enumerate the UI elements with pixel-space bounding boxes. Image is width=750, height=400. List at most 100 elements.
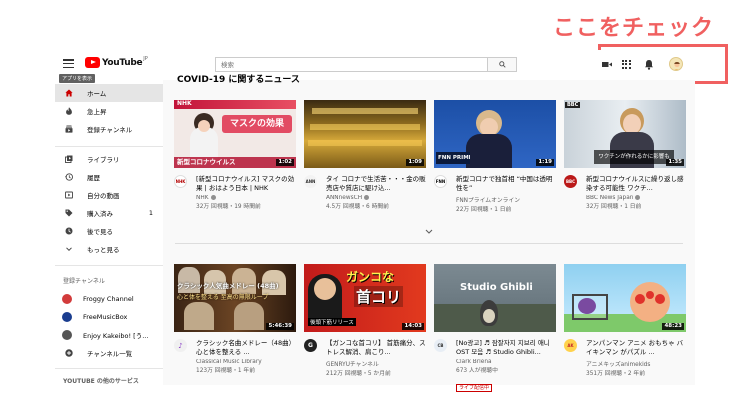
channel-avatar[interactable]: ANN <box>304 175 317 188</box>
sidebar-item-all-channels[interactable]: チャンネル一覧 <box>55 344 163 362</box>
video-duration: 1:09 <box>406 159 424 166</box>
sidebar-item-purchases[interactable]: 購入済み 1 <box>55 204 163 222</box>
sidebar-item-library[interactable]: ライブラリ <box>55 150 163 168</box>
channel-avatar[interactable]: FNN <box>434 175 447 188</box>
sidebar-item-label: 急上昇 <box>87 108 107 116</box>
video-thumbnail[interactable]: BBC ワクチンが作れるかに影響も 1:35 <box>564 100 686 168</box>
video-card[interactable]: Studio Ghibli CB [No광고] ♬ 잠잘자지 지브리 애니 OS… <box>434 264 556 393</box>
sidebar-item-show-more[interactable]: もっと見る <box>55 240 163 258</box>
history-icon <box>65 173 73 181</box>
channel-avatar[interactable]: ♪ <box>174 339 187 352</box>
sidebar-item-label: 履歴 <box>87 174 100 182</box>
chevron-down-icon <box>65 245 73 253</box>
live-badge: ライブ配信中 <box>456 384 493 392</box>
youtube-logo[interactable]: YouTube JP <box>85 55 148 68</box>
search-icon <box>498 61 506 68</box>
video-duration: 48:23 <box>662 323 684 330</box>
video-meta: 32万 回視聴・19 時間前 <box>196 204 261 210</box>
channel-avatar[interactable]: AK <box>564 339 577 352</box>
sidebar-item-label: 購入済み <box>87 210 113 218</box>
video-card[interactable]: クラシック人気曲メドレー (48曲) 心と体を整える 至高の無限ループ 5:46… <box>174 264 296 374</box>
channel-avatar[interactable]: NHK <box>174 175 187 188</box>
video-duration: 5:46:39 <box>266 323 294 330</box>
video-thumbnail[interactable]: 48:23 <box>564 264 686 332</box>
video-meta: 4.5万 回視聴・6 時間前 <box>326 204 389 210</box>
sidebar-item-home[interactable]: ホーム <box>55 84 163 102</box>
search-input[interactable]: 検索 <box>215 57 487 72</box>
video-thumbnail[interactable]: クラシック人気曲メドレー (48曲) 心と体を整える 至高の無限ループ 5:46… <box>174 264 296 332</box>
create-video-icon[interactable] <box>602 60 612 69</box>
video-duration: 1:19 <box>536 159 554 166</box>
apps-tooltip: アプリを表示 <box>59 74 96 83</box>
thumbnail-subcaption: 後頭下筋リリース <box>308 318 356 326</box>
hamburger-menu-icon[interactable] <box>63 59 74 68</box>
video-title[interactable]: 新型コロナウイルスに繰り返し感染する可能性 ワクチ... <box>586 175 686 193</box>
section-title: COVID-19 に関するニュース <box>177 75 300 84</box>
purchases-tag-icon <box>65 209 73 217</box>
video-title[interactable]: 【ガンコな首コリ】 首筋痛分、ストレス解消、肩こり... <box>326 339 426 357</box>
sidebar-item-history[interactable]: 履歴 <box>55 168 163 186</box>
section-divider <box>175 243 683 244</box>
sidebar-divider <box>55 146 163 147</box>
browse-content: COVID-19 に関するニュース NHK マスクの効果 新型コロナウイルス 1… <box>163 75 695 392</box>
sidebar-item-label: ライブラリ <box>87 156 120 164</box>
video-title[interactable]: タイ コロナで生活苦・・・金の販売店や質店に駆け込... <box>326 175 426 193</box>
logo-text: YouTube <box>102 57 143 68</box>
video-thumbnail[interactable]: ガンコな 首コリ 後頭下筋リリース 14:03 <box>304 264 426 332</box>
video-thumbnail[interactable]: FNN PRIME 1:19 <box>434 100 556 168</box>
video-card[interactable]: 1:09 ANN タイ コロナで生活苦・・・金の販売店や質店に駆け込... AN… <box>304 100 426 210</box>
video-thumbnail[interactable]: Studio Ghibli <box>434 264 556 332</box>
channel-avatar[interactable]: CB <box>434 339 447 352</box>
sidebar-sub-froggy-channel[interactable]: Froggy Channel <box>55 290 163 308</box>
thumbnail-brand-label: NHK <box>177 100 192 107</box>
channel-avatar[interactable]: G <box>304 339 317 352</box>
video-card[interactable]: FNN PRIME 1:19 FNN 新型コロナで独首相 “中国は透明性を” F… <box>434 100 556 213</box>
sidebar-item-my-videos[interactable]: 自分の動画 <box>55 186 163 204</box>
thumbnail-caption: Studio Ghibli <box>460 282 533 293</box>
notifications-bell-icon[interactable] <box>644 59 654 70</box>
account-avatar[interactable] <box>669 57 683 71</box>
library-icon <box>65 155 73 163</box>
search-button[interactable] <box>487 57 517 72</box>
video-card[interactable]: BBC ワクチンが作れるかに影響も 1:35 BBC 新型コロナウイルスに繰り返… <box>564 100 686 210</box>
thumbnail-caption: ガンコな <box>346 270 395 284</box>
sub-channel-name: Froggy Channel <box>83 295 134 303</box>
channel-avatar[interactable]: BBC <box>564 175 577 188</box>
sidebar-sub-enjoy-kakeibo[interactable]: Enjoy Kakeibo! [う... <box>55 326 163 344</box>
video-thumbnail[interactable]: 1:09 <box>304 100 426 168</box>
youtube-play-icon <box>85 57 100 68</box>
apps-grid-icon[interactable] <box>622 60 631 69</box>
video-meta: 673 人が視聴中 <box>456 368 498 374</box>
video-title[interactable]: クラシック名曲メドレー（48曲）心と体を整える ... <box>196 339 296 357</box>
thumbnail-brand-label: FNN PRIME <box>436 152 470 164</box>
sidebar-item-label: 自分の動画 <box>87 192 120 200</box>
logo-country-code: JP <box>143 55 148 62</box>
sidebar-item-label: 登録チャンネル <box>87 126 133 134</box>
verified-badge-icon <box>364 195 370 200</box>
verified-badge-icon <box>635 195 641 200</box>
watch-later-clock-icon <box>65 227 73 235</box>
video-card[interactable]: 48:23 AK アンパンマン アニメ おもちゃ バイキンマン がパズル ...… <box>564 264 686 377</box>
sub-channel-name: Enjoy Kakeibo! [う... <box>83 332 149 340</box>
video-title[interactable]: [新型コロナウイルス] マスクの効果 | おはよう日本 | NHK <box>196 175 296 193</box>
sidebar-item-trending[interactable]: 急上昇 <box>55 102 163 120</box>
video-thumbnail[interactable]: NHK マスクの効果 新型コロナウイルス 1:02 <box>174 100 296 168</box>
sidebar-sub-freemusicbox[interactable]: FreeMusicBox <box>55 308 163 326</box>
video-meta: 32万 回視聴・1 日前 <box>586 204 642 210</box>
channel-avatar <box>62 312 72 322</box>
video-meta: 351万 回視聴・2 年前 <box>586 371 646 377</box>
video-title[interactable]: 新型コロナで独首相 “中国は透明性を” <box>456 175 556 193</box>
sidebar-item-subscriptions[interactable]: 登録チャンネル <box>55 120 163 138</box>
sidebar-item-label: ホーム <box>87 90 107 98</box>
sidebar-divider <box>55 368 163 369</box>
video-card[interactable]: ガンコな 首コリ 後頭下筋リリース 14:03 G 【ガンコな首コリ】 首筋痛分… <box>304 264 426 377</box>
subscriptions-heading: 登録チャンネル <box>63 278 105 285</box>
video-title[interactable]: アンパンマン アニメ おもちゃ バイキンマン がパズル ... <box>586 339 686 357</box>
video-title[interactable]: [No광고] ♬ 잠잘자지 지브리 애니 OST 모음 ♬ Studio Ghi… <box>456 339 556 357</box>
video-card[interactable]: NHK マスクの効果 新型コロナウイルス 1:02 NHK [新型コロナウイルス… <box>174 100 296 210</box>
sidebar-item-watch-later[interactable]: 後で見る <box>55 222 163 240</box>
subscriptions-icon <box>65 125 73 133</box>
add-circle-icon <box>65 349 73 357</box>
expand-chevron-down-icon[interactable] <box>425 229 433 235</box>
more-from-youtube-heading: YOUTUBE の他のサービス <box>63 378 139 385</box>
